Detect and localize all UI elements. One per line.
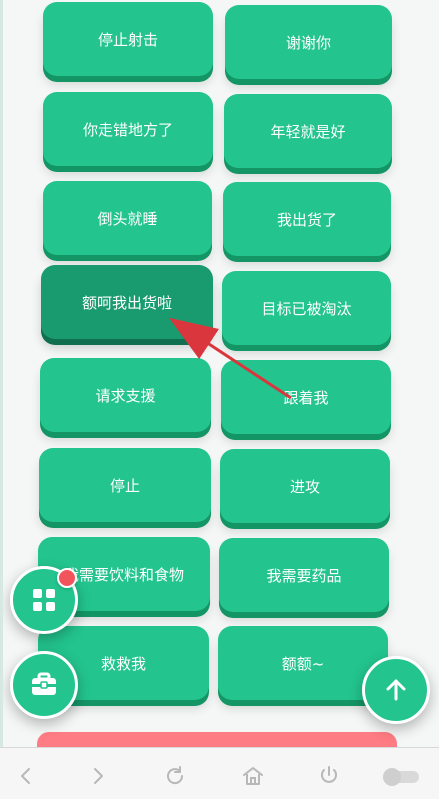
- notification-badge: [57, 568, 77, 588]
- toggle-icon: [383, 768, 419, 786]
- page: 停止射击 谢谢你 你走错地方了 年轻就是好 倒头就睡 我出货了 额呵我出货啦 目…: [0, 0, 439, 799]
- refresh-button[interactable]: [159, 760, 191, 792]
- arrow-up-icon: [386, 679, 406, 701]
- browser-toolbar: [0, 747, 439, 799]
- home-button[interactable]: [237, 760, 269, 792]
- refresh-icon: [167, 766, 184, 785]
- apps-floating-button[interactable]: [10, 566, 78, 634]
- forward-button[interactable]: [82, 760, 114, 792]
- forward-icon: [94, 768, 103, 784]
- content-area: 停止射击 谢谢你 你走错地方了 年轻就是好 倒头就睡 我出货了 额呵我出货啦 目…: [0, 0, 439, 747]
- annotation-arrow: [168, 317, 292, 400]
- toolbox-floating-button[interactable]: [10, 651, 78, 719]
- scroll-top-button[interactable]: [362, 656, 430, 724]
- back-icon: [21, 768, 30, 784]
- toggle-switch[interactable]: [380, 760, 424, 792]
- power-button[interactable]: [313, 760, 345, 792]
- grid-icon: [33, 589, 55, 611]
- power-icon: [321, 766, 337, 783]
- home-icon: [243, 767, 263, 785]
- back-button[interactable]: [10, 760, 42, 792]
- toolbox-icon: [32, 672, 56, 695]
